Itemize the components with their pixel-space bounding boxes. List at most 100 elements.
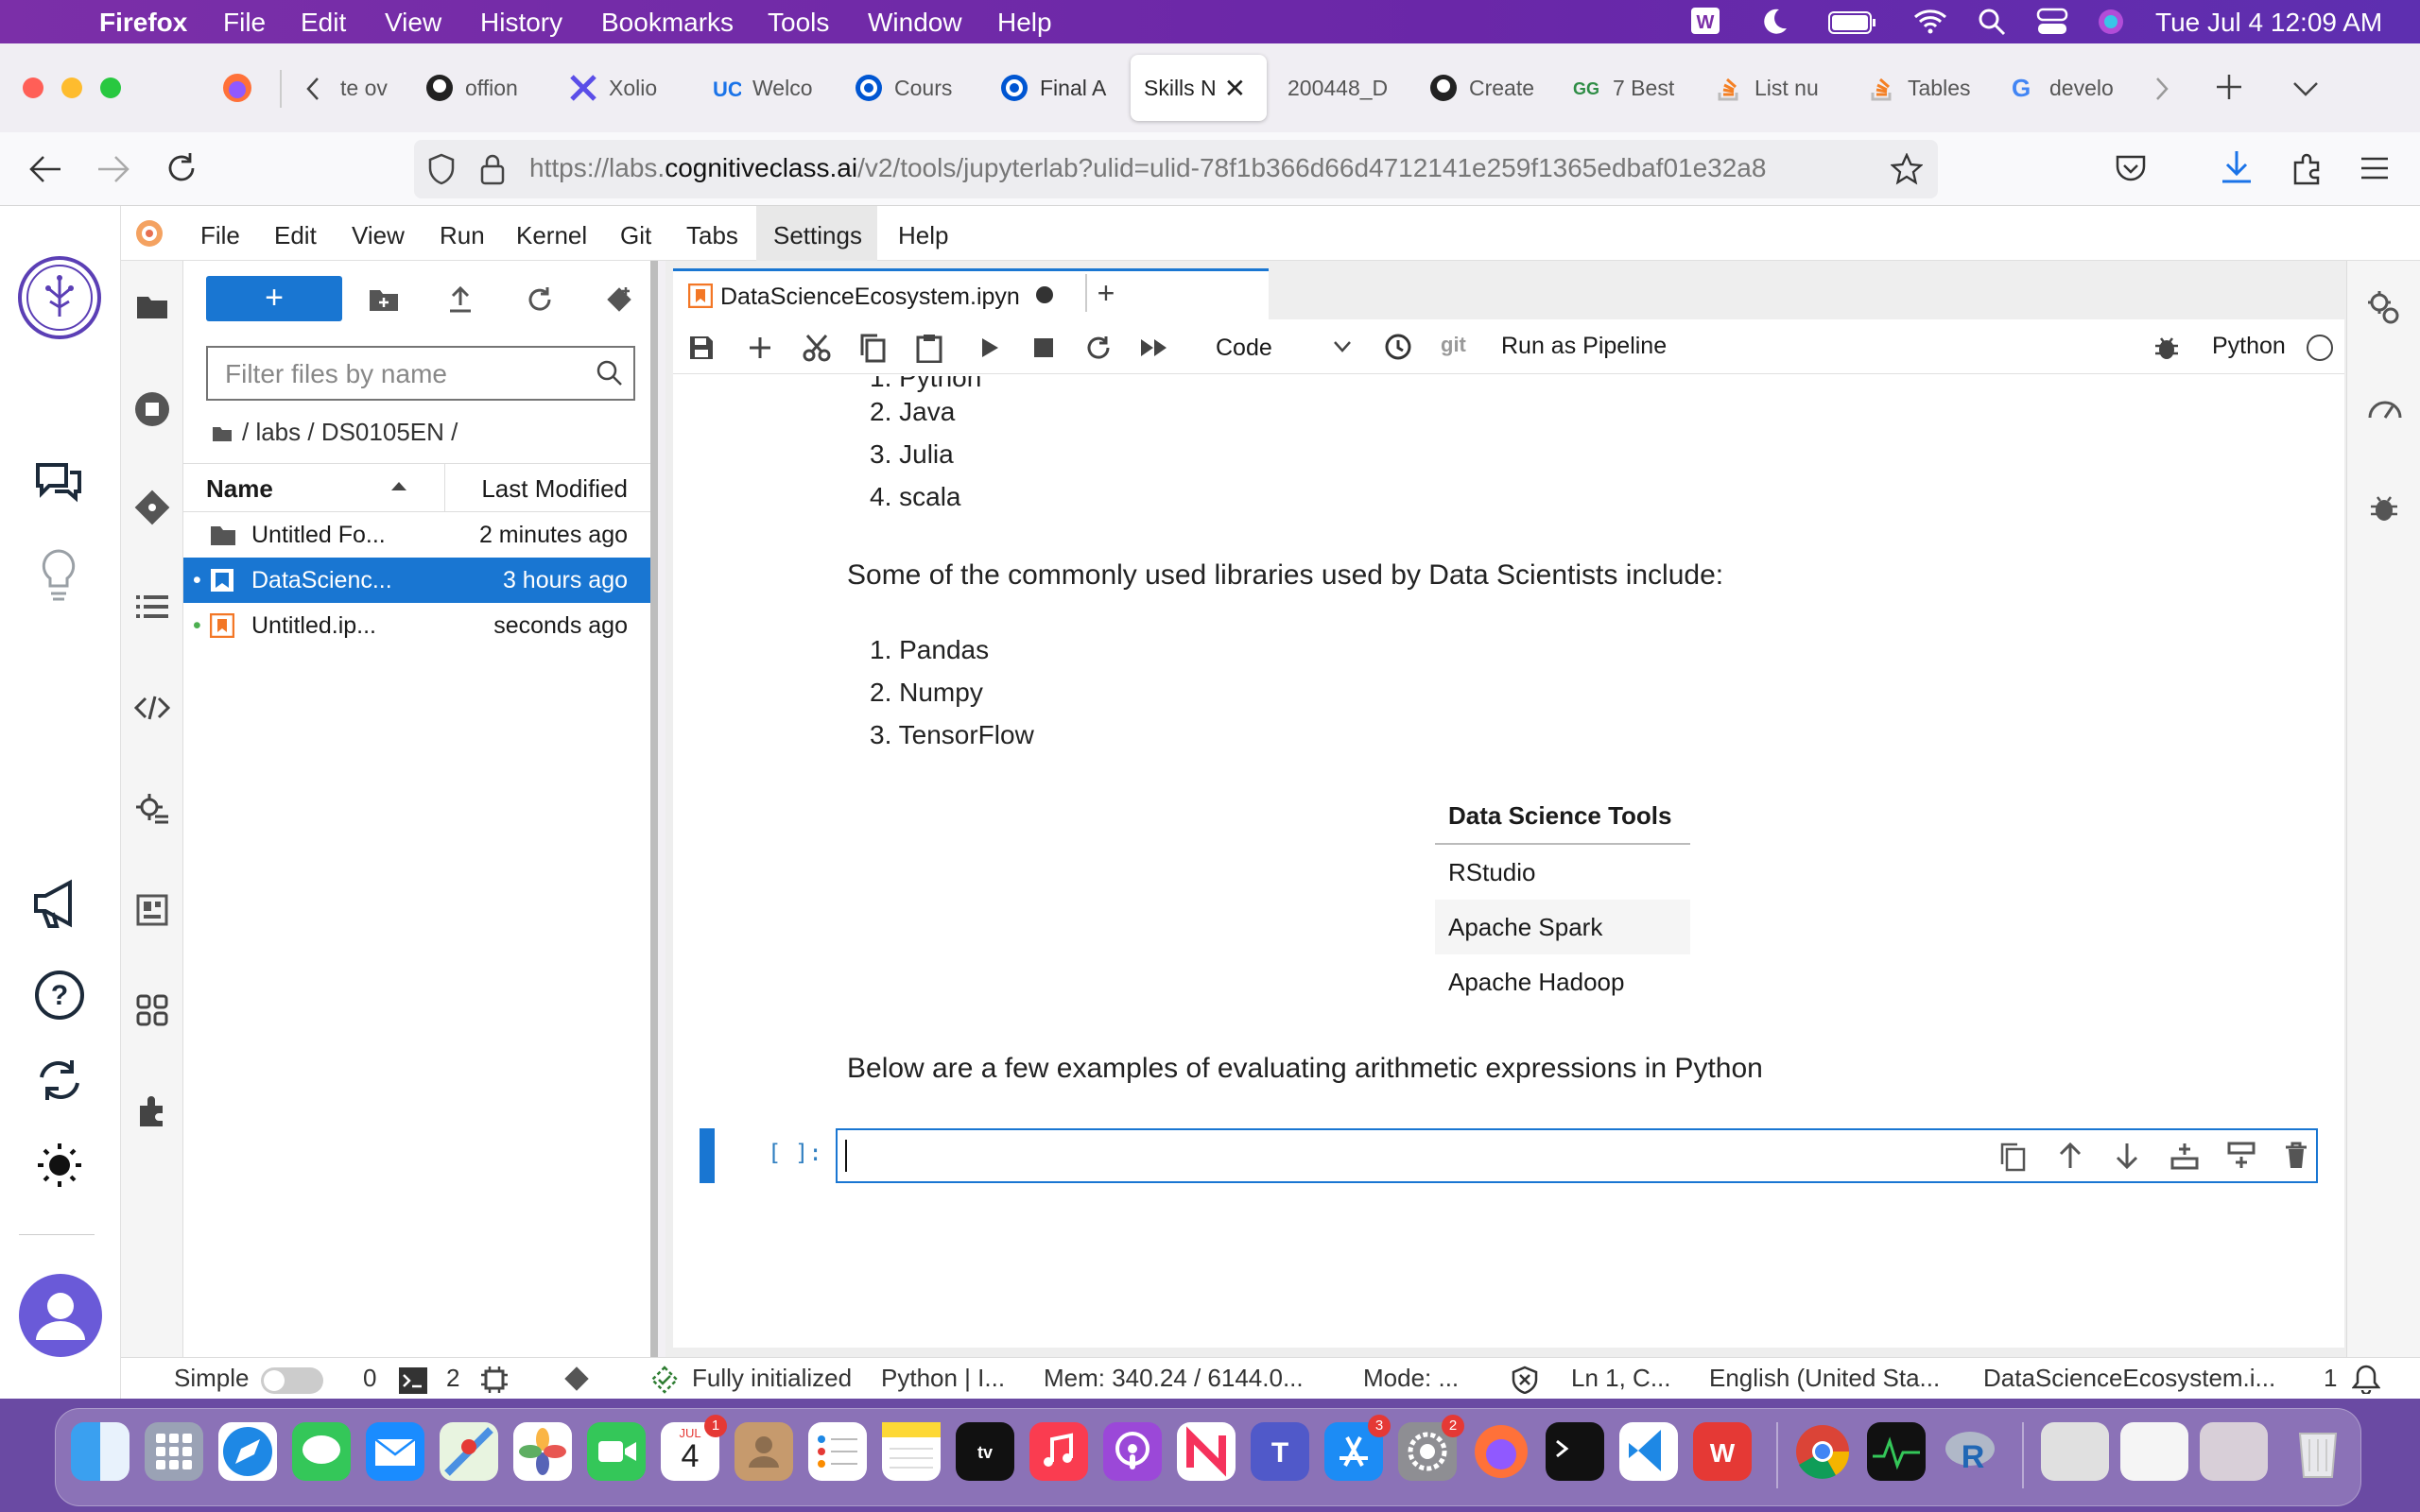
code-cell-editor[interactable] xyxy=(836,1128,2318,1183)
lightbulb-icon[interactable] xyxy=(38,548,79,601)
chat-icon[interactable] xyxy=(34,459,83,507)
tab-5[interactable]: Final A xyxy=(1000,55,1114,121)
user-avatar-icon[interactable] xyxy=(17,1272,104,1359)
vscode-icon[interactable] xyxy=(1619,1422,1678,1481)
insert-above-icon[interactable] xyxy=(2170,1142,2199,1170)
extension-manager-icon[interactable] xyxy=(136,1094,170,1128)
tab-10[interactable]: List nu xyxy=(1715,55,1828,121)
wps-office-icon[interactable]: W xyxy=(1693,1422,1752,1481)
r-app-icon[interactable]: R xyxy=(1941,1422,1999,1481)
notification-count[interactable]: 1 xyxy=(2324,1364,2337,1393)
new-launcher-button[interactable]: + xyxy=(206,276,342,321)
reminders-icon[interactable] xyxy=(808,1422,867,1481)
photos-icon[interactable] xyxy=(513,1422,572,1481)
close-window-button[interactable] xyxy=(23,77,43,98)
cut-icon[interactable] xyxy=(802,333,832,363)
tab-1[interactable]: offion xyxy=(425,55,539,121)
chrome-icon[interactable] xyxy=(1793,1422,1852,1481)
run-as-pipeline-button[interactable]: Run as Pipeline xyxy=(1501,333,1667,360)
menu-edit[interactable]: Edit xyxy=(301,8,346,38)
trash-icon[interactable] xyxy=(2289,1422,2347,1481)
notes-icon[interactable] xyxy=(882,1422,941,1481)
tab-9[interactable]: GG 7 Best xyxy=(1573,55,1685,121)
close-tab-icon[interactable]: ✕ xyxy=(1224,73,1246,104)
app-menu-icon[interactable] xyxy=(2360,155,2390,181)
finder-icon[interactable] xyxy=(71,1422,130,1481)
new-folder-icon[interactable] xyxy=(369,287,399,312)
terminal-dock-icon[interactable] xyxy=(1546,1422,1604,1481)
menu-help[interactable]: Help xyxy=(997,8,1052,38)
kernel-count[interactable]: 2 xyxy=(446,1364,459,1393)
table-of-contents-icon[interactable] xyxy=(136,593,168,620)
restart-kernel-icon[interactable] xyxy=(1085,335,1112,361)
refresh-icon[interactable] xyxy=(526,285,554,314)
jmenu-tabs[interactable]: Tabs xyxy=(686,221,738,250)
save-icon[interactable] xyxy=(688,335,715,361)
list-tabs-icon[interactable] xyxy=(2291,79,2320,98)
property-inspector-icon[interactable] xyxy=(134,792,170,828)
cell-type-select[interactable]: Code xyxy=(1204,333,1356,365)
spotlight-icon[interactable] xyxy=(1978,8,2006,36)
filter-files-input[interactable]: Filter files by name xyxy=(206,346,635,401)
tab-2[interactable]: Xolio xyxy=(569,55,681,121)
tab-12[interactable]: Gdevelo xyxy=(2010,55,2123,121)
menu-window[interactable]: Window xyxy=(868,8,962,38)
save-to-pocket-icon[interactable] xyxy=(2114,151,2148,185)
kernel-name[interactable]: Python xyxy=(2212,333,2286,360)
skills-network-logo-icon[interactable] xyxy=(17,255,102,340)
minimize-window-button[interactable] xyxy=(61,77,82,98)
jmenu-settings[interactable]: Settings xyxy=(773,221,862,250)
code-snippets-icon[interactable] xyxy=(134,696,170,720)
git-icon[interactable] xyxy=(134,490,170,525)
menu-view[interactable]: View xyxy=(385,8,441,38)
fast-forward-icon[interactable] xyxy=(1140,338,1168,357)
jmenu-kernel[interactable]: Kernel xyxy=(516,221,587,250)
launchpad-icon[interactable] xyxy=(145,1422,203,1481)
new-tab-icon[interactable] xyxy=(2214,72,2244,102)
jmenu-git[interactable]: Git xyxy=(620,221,651,250)
stop-icon[interactable] xyxy=(1034,338,1053,357)
git-clone-icon[interactable] xyxy=(605,285,633,314)
terminal-count[interactable]: 0 xyxy=(363,1364,376,1393)
messages-icon[interactable] xyxy=(292,1422,351,1481)
tab-4[interactable]: Cours xyxy=(855,55,968,121)
menu-file[interactable]: File xyxy=(223,8,266,38)
kernel-chip-icon[interactable] xyxy=(480,1366,509,1394)
bookmark-star-icon[interactable] xyxy=(1891,153,1923,185)
jmenu-help[interactable]: Help xyxy=(898,221,948,250)
extension-layout-icon[interactable] xyxy=(136,894,168,926)
firefox-dock-icon[interactable] xyxy=(1472,1422,1530,1481)
help-icon[interactable]: ? xyxy=(34,970,85,1021)
moon-icon[interactable] xyxy=(1760,6,1789,36)
lock-icon[interactable] xyxy=(480,153,505,185)
file-browser-icon[interactable] xyxy=(136,293,168,319)
terminal-icon[interactable] xyxy=(399,1367,427,1394)
tab-11[interactable]: Tables xyxy=(1868,55,1974,121)
apple-tv-icon[interactable]: tv xyxy=(956,1422,1014,1481)
insert-below-icon[interactable] xyxy=(2227,1142,2256,1170)
running-sessions-icon[interactable] xyxy=(134,391,170,427)
activity-monitor-icon[interactable] xyxy=(1867,1422,1926,1481)
unsaved-dot-icon[interactable] xyxy=(1036,286,1053,303)
app-name[interactable]: Firefox xyxy=(99,8,187,38)
resource-usage-gauge-icon[interactable] xyxy=(2366,389,2404,421)
facetime-icon[interactable] xyxy=(587,1422,646,1481)
menu-history[interactable]: History xyxy=(480,8,562,38)
notebook-tab[interactable]: DataScienceEcosystem.ipyn xyxy=(673,268,1269,321)
jmenu-file[interactable]: File xyxy=(200,221,240,250)
jmenu-run[interactable]: Run xyxy=(440,221,485,250)
reload-icon[interactable] xyxy=(164,151,199,185)
kernel-status-name[interactable]: Python | I... xyxy=(881,1364,1005,1393)
brightness-icon[interactable] xyxy=(36,1142,83,1189)
safari-icon[interactable] xyxy=(218,1422,277,1481)
contacts-icon[interactable] xyxy=(735,1422,793,1481)
url-bar[interactable]: https://labs.cognitiveclass.ai/v2/tools/… xyxy=(414,140,1938,198)
siri-icon[interactable] xyxy=(2097,8,2125,36)
paste-icon[interactable] xyxy=(915,333,943,363)
tab-8[interactable]: Create xyxy=(1429,55,1539,121)
wps-status-icon[interactable]: W xyxy=(1690,7,1720,35)
firefox-view-icon[interactable] xyxy=(221,72,253,104)
spellcheck-language[interactable]: English (United Sta... xyxy=(1709,1364,1940,1393)
kernel-status-icon[interactable] xyxy=(2307,335,2333,361)
wifi-icon[interactable] xyxy=(1913,8,1947,34)
